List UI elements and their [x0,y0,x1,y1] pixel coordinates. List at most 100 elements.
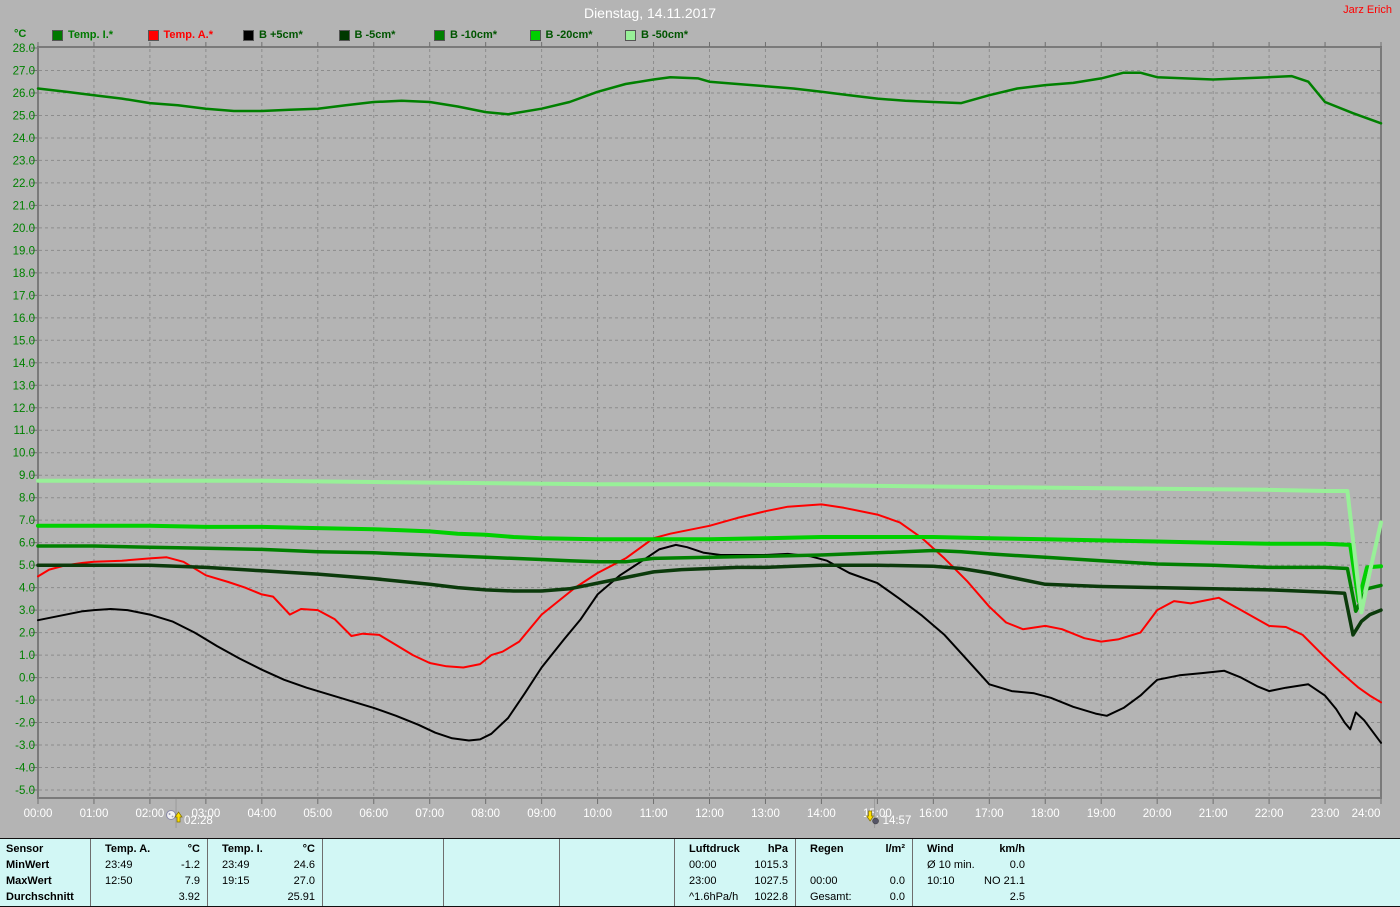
svg-text:22.0: 22.0 [13,178,35,190]
svg-text:20.0: 20.0 [13,223,35,235]
stats-col-name: Luftdruck [689,843,740,855]
marker-time-label: 14:57 [883,815,912,827]
stats-cell-value: 7.9 [184,875,200,887]
stats-cell-time: 00:00 [689,859,717,871]
stats-row-labels: Sensor MinWert MaxWert Durchschnitt [0,839,90,906]
svg-text:24:00: 24:00 [1352,808,1381,820]
stats-col-name: Regen [810,843,844,855]
svg-text:3.0: 3.0 [19,605,35,617]
svg-text:11:00: 11:00 [640,808,668,820]
stats-cell-time: 12:50 [105,875,133,887]
svg-text:21.0: 21.0 [13,200,35,212]
stats-cell-value: 25.91 [287,891,315,903]
svg-text:10:00: 10:00 [583,808,612,820]
stats-col-name: Wind [927,843,954,855]
stats-col-unit: km/h [999,843,1025,855]
svg-text:2.0: 2.0 [19,628,35,640]
stats-row-label: Sensor [6,843,44,855]
svg-text:00:00: 00:00 [24,808,53,820]
svg-text:0.0: 0.0 [19,673,35,685]
stats-col-empty-3 [443,839,560,906]
svg-text:06:00: 06:00 [359,808,388,820]
svg-text:12:00: 12:00 [695,808,724,820]
stats-cell-value: 24.6 [293,859,315,871]
stats-cell-value: 0.0 [889,891,905,903]
stats-col-unit: l/m² [885,843,905,855]
stats-table: Sensor MinWert MaxWert Durchschnitt Temp. A.… [0,838,1400,907]
svg-text:17:00: 17:00 [975,808,1004,820]
svg-text:4.0: 4.0 [19,583,35,595]
stats-row-label: Durchschnitt [6,891,74,903]
svg-text:14.0: 14.0 [13,358,35,370]
svg-text:27.0: 27.0 [13,65,35,77]
weather-app-screenshot: { "header": { "title": "Dienstag, 14.11.… [0,0,1400,907]
svg-text:-2.0: -2.0 [15,718,35,730]
stats-cell-value: 0.0 [889,875,905,887]
stats-cell-value: 0.0 [1009,859,1025,871]
stats-col-name: Temp. A. [105,843,151,855]
stats-col-empty-2 [322,839,444,906]
stats-row-label: MaxWert [6,875,52,887]
svg-text:8.0: 8.0 [19,493,35,505]
svg-text:5.0: 5.0 [19,560,35,572]
stats-col-wind: Wind km/h Ø 10 min. 0.0 10:10 NO 21.1 2.5 [912,839,1033,906]
stats-cell-value: 3.92 [178,891,200,903]
stats-col-unit: °C [302,843,315,855]
stats-col-luftdruck: Luftdruck hPa 00:00 1015.3 23:00 1027.5 ^1.6hP… [674,839,796,906]
svg-text:18.0: 18.0 [13,268,35,280]
svg-text:6.0: 6.0 [19,538,35,550]
stats-cell-value: 27.0 [293,875,315,887]
svg-text:04:00: 04:00 [247,808,276,820]
svg-text:09:00: 09:00 [527,808,556,820]
svg-text:16.0: 16.0 [13,313,35,325]
stats-cell-value: 1015.3 [754,859,788,871]
stats-cell-value: 1022.8 [754,891,788,903]
svg-text:08:00: 08:00 [471,808,500,820]
svg-text:21:00: 21:00 [1199,808,1228,820]
stats-cell-value: NO 21.1 [984,875,1025,887]
stats-col-unit: hPa [767,843,788,855]
y-axis-labels: -5.0 -4.0 -3.0 -2.0 -1.0 0.0 1.0 2.0 3.0 4.0 5.0 6.… [13,43,35,797]
svg-text:13:00: 13:00 [751,808,780,820]
svg-text:-4.0: -4.0 [15,763,35,775]
svg-text:17.0: 17.0 [13,290,35,302]
svg-text:14:00: 14:00 [807,808,836,820]
axis-ticks [31,42,1382,804]
svg-text:05:00: 05:00 [303,808,332,820]
svg-text:-5.0: -5.0 [15,785,35,797]
stats-cell-time: 23:49 [222,859,250,871]
chart-grid [39,49,1380,797]
svg-text:24.0: 24.0 [13,133,35,145]
stats-cell-value: -1.2 [181,859,200,871]
svg-text:20:00: 20:00 [1143,808,1172,820]
svg-text:1.0: 1.0 [19,650,35,662]
stats-cell-time: Gesamt: [810,891,852,903]
svg-text:01:00: 01:00 [80,808,109,820]
stats-col-unit: °C [187,843,200,855]
moonrise-icon [166,810,183,823]
stats-col-regen: Regen l/m² 00:00 0.0 Gesamt: 0.0 [795,839,913,906]
svg-text:22:00: 22:00 [1255,808,1284,820]
svg-text:12.0: 12.0 [13,403,35,415]
svg-text:19:00: 19:00 [1087,808,1116,820]
stats-cell-time: 00:00 [810,875,838,887]
stats-row-label: MinWert [6,859,50,871]
stats-col-temp-a: Temp. A. °C 23:49 -1.2 12:50 7.9 3.92 [90,839,208,906]
stats-cell-time: 23:49 [105,859,133,871]
chart-area[interactable]: -5.0 -4.0 -3.0 -2.0 -1.0 0.0 1.0 2.0 3.0 4.0 5.0 6.… [0,0,1400,838]
stats-cell-time: 19:15 [222,875,250,887]
svg-text:02:00: 02:00 [136,808,165,820]
svg-text:25.0: 25.0 [13,110,35,122]
svg-text:-3.0: -3.0 [15,740,35,752]
svg-text:26.0: 26.0 [13,88,35,100]
stats-cell-value: 1027.5 [754,875,788,887]
svg-text:11.0: 11.0 [13,425,35,437]
stats-cell-value: 2.5 [1009,891,1025,903]
x-axis-labels: 00:00 01:00 02:00 03:00 04:00 05:00 06:00 07:00… [24,808,1381,820]
marker-time-label: 02:28 [184,815,213,827]
svg-text:15.0: 15.0 [13,335,35,347]
stats-cell-time: ^1.6hPa/h [689,891,739,903]
stats-col-empty-4 [559,839,675,906]
stats-cell-time: 10:10 [927,875,955,887]
svg-text:23.0: 23.0 [13,155,35,167]
